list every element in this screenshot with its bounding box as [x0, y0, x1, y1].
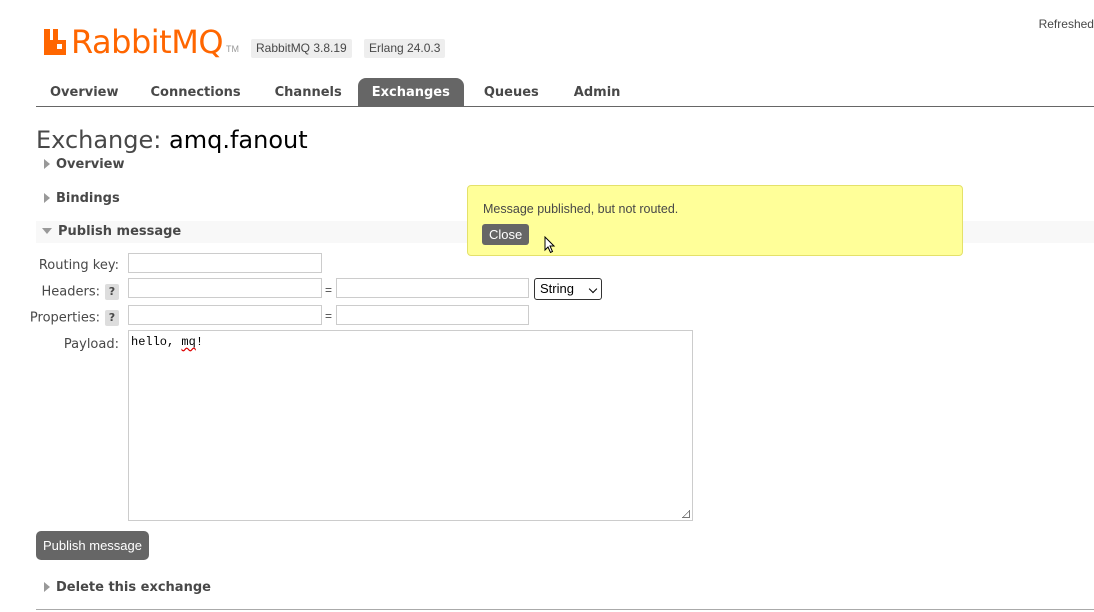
logo-trademark: TM — [226, 44, 239, 54]
publish-message-button[interactable]: Publish message — [36, 531, 149, 560]
tab-exchanges[interactable]: Exchanges — [357, 78, 464, 107]
section-overview-label: Overview — [56, 157, 125, 172]
tab-connections[interactable]: Connections — [133, 78, 259, 107]
properties-key-input[interactable] — [128, 305, 322, 325]
notification-message: Message published, but not routed. — [483, 202, 679, 216]
tab-admin[interactable]: Admin — [559, 78, 636, 107]
properties-label: Properties:? — [29, 310, 119, 326]
chevron-down-icon — [588, 284, 598, 294]
properties-label-text: Properties: — [29, 310, 100, 326]
expand-icon — [44, 582, 50, 592]
rabbit-logo-icon — [44, 29, 66, 55]
properties-value-input[interactable] — [336, 305, 529, 325]
refreshed-timestamp: Refreshed 2023 — [1038, 17, 1094, 31]
tab-overview[interactable]: Overview — [36, 78, 133, 107]
payload-label: Payload: — [63, 337, 119, 352]
main-nav-tabs: Overview Connections Channels Exchanges … — [36, 78, 635, 107]
page-title: Exchange: amq.fanout — [36, 126, 308, 154]
expand-icon — [44, 159, 50, 169]
section-delete-exchange[interactable]: Delete this exchange — [36, 577, 1094, 599]
erlang-version-badge: Erlang 24.0.3 — [364, 39, 446, 58]
mouse-cursor-icon — [544, 236, 556, 254]
exchange-name: amq.fanout — [169, 126, 308, 154]
section-publish-label: Publish message — [58, 224, 182, 239]
bottom-divider — [36, 609, 1094, 610]
headers-type-select[interactable]: String — [534, 278, 602, 300]
tab-queues[interactable]: Queues — [464, 78, 559, 107]
payload-text-2: mq — [181, 335, 196, 349]
logo-text: RabbitMQ — [71, 23, 224, 61]
section-bindings-label: Bindings — [56, 191, 120, 206]
collapse-icon — [42, 228, 52, 234]
payload-textarea[interactable]: hello, mq! — [128, 330, 693, 521]
section-delete-label: Delete this exchange — [56, 580, 211, 595]
properties-help-icon[interactable]: ? — [105, 310, 119, 326]
headers-equals: = — [325, 283, 333, 297]
headers-type-value: String — [540, 281, 574, 296]
payload-text-1: hello, — [131, 335, 182, 349]
rabbitmq-logo[interactable]: RabbitMQ TM — [44, 20, 239, 60]
headers-value-input[interactable] — [336, 278, 529, 298]
rabbitmq-version-badge: RabbitMQ 3.8.19 — [251, 39, 352, 58]
expand-icon — [44, 193, 50, 203]
payload-text-3: ! — [195, 335, 204, 349]
routing-key-label: Routing key: — [38, 258, 119, 273]
routing-key-input[interactable] — [128, 253, 322, 273]
headers-help-icon[interactable]: ? — [105, 284, 119, 300]
page-title-prefix: Exchange: — [36, 126, 162, 154]
tabs-divider — [36, 106, 1094, 107]
notification-popup: Message published, but not routed. Close — [467, 185, 963, 256]
headers-label: Headers:? — [29, 284, 119, 300]
headers-label-text: Headers: — [41, 284, 101, 300]
section-overview[interactable]: Overview — [36, 154, 1094, 176]
properties-equals: = — [325, 309, 333, 323]
headers-key-input[interactable] — [128, 278, 322, 298]
tab-channels[interactable]: Channels — [259, 78, 358, 107]
resize-handle-icon[interactable] — [682, 510, 690, 518]
close-button[interactable]: Close — [482, 224, 530, 245]
